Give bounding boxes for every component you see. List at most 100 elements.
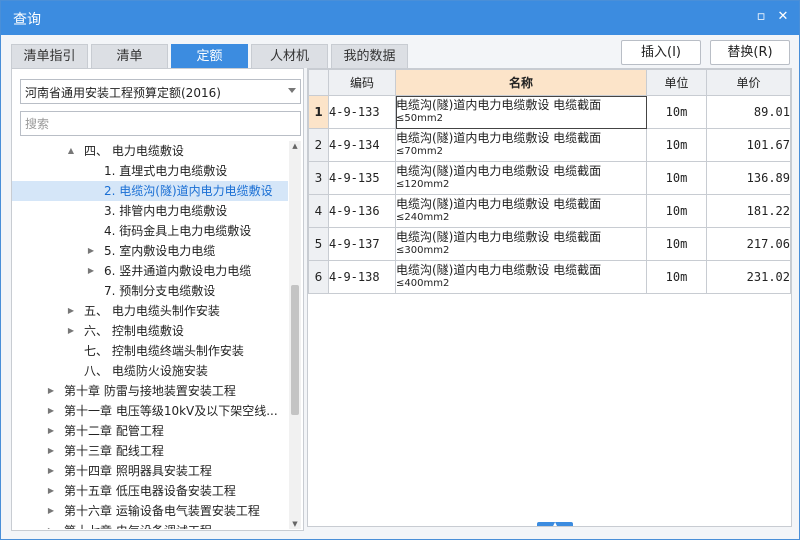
expand-arrow-icon[interactable]: ▶ [46,501,56,521]
unit-cell[interactable]: 10m [646,95,707,129]
tree-node[interactable]: ▶ 第十四章 照明器具安装工程 [12,461,288,481]
tab-my-data[interactable]: 我的数据 [331,44,408,68]
tree-node[interactable]: 七、 控制电缆终端头制作安装 [12,341,288,361]
table-row[interactable]: 3 4-9-135 电缆沟(隧)道内电力电缆敷设 电缆截面 ≤120mm2 10m 136… [308,161,791,195]
tree-node[interactable]: ▶ 第十三章 配线工程 [12,441,288,461]
insert-button[interactable]: 插入(I) [621,40,701,65]
expand-arrow-icon[interactable]: ▶ [46,481,56,501]
unit-cell[interactable]: 10m [646,161,707,195]
close-icon[interactable]: ✕ [775,9,791,25]
price-cell[interactable]: 181.22 [706,194,791,228]
tree-node[interactable]: ▶ 第十七章 电气设备调试工程 [12,521,288,529]
restore-icon[interactable]: ▫ [753,9,769,25]
unit-cell[interactable]: 10m [646,194,707,228]
tree-node-label: 第十七章 电气设备调试工程 [64,521,212,529]
name-column-header[interactable]: 名称 [395,69,647,96]
tree-node-label: 第十一章 电压等级10kV及以下架空线... [64,404,278,418]
tree-node[interactable]: ▶ 第十六章 运输设备电气装置安装工程 [12,501,288,521]
tree-node[interactable]: ▶ 六、 控制电缆敷设 [12,321,288,341]
expand-arrow-icon[interactable]: ▶ [46,401,56,421]
code-cell[interactable]: 4-9-134 [328,128,396,162]
replace-button[interactable]: 替换(R) [710,40,790,65]
tree-node[interactable]: ▶ 五、 电力电缆头制作安装 [12,301,288,321]
name-cell[interactable]: 电缆沟(隧)道内电力电缆敷设 电缆截面 ≤50mm2 [395,95,647,129]
chevron-down-icon[interactable] [288,88,296,93]
tree-node[interactable]: 八、 电缆防火设施安装 [12,361,288,381]
tree-node[interactable]: ▶ 第十一章 电压等级10kV及以下架空线... [12,401,288,421]
name-cell[interactable]: 电缆沟(隧)道内电力电缆敷设 电缆截面 ≤240mm2 [395,194,647,228]
name-cell[interactable]: 电缆沟(隧)道内电力电缆敷设 电缆截面 ≤400mm2 [395,260,647,294]
unit-cell[interactable]: 10m [646,260,707,294]
expand-arrow-icon[interactable]: ▶ [46,461,56,481]
unit-column-header[interactable]: 单位 [646,69,707,96]
table-row[interactable]: 4 4-9-136 电缆沟(隧)道内电力电缆敷设 电缆截面 ≤240mm2 10m 181… [308,194,791,228]
tab-bill-guide[interactable]: 清单指引 [11,44,88,68]
collapse-arrow-icon[interactable]: ▲ [66,141,76,161]
spec-text: ≤70mm2 [396,146,443,157]
tree-node[interactable]: ▶ 5. 室内敷设电力电缆 [12,241,288,261]
expand-arrow-icon[interactable]: ▶ [46,521,56,529]
scroll-down-icon[interactable]: ▼ [289,519,301,529]
tree-node-label: 五、 电力电缆头制作安装 [84,304,220,318]
code-cell[interactable]: 4-9-137 [328,227,396,261]
tree-node-label: 第十六章 运输设备电气装置安装工程 [64,504,260,518]
collapse-handle[interactable]: ▲ [537,522,573,526]
price-cell[interactable]: 231.02 [706,260,791,294]
price-cell[interactable]: 89.01 [706,95,791,129]
expand-arrow-icon[interactable]: ▶ [46,441,56,461]
tree-scrollbar[interactable]: ▲ ▼ [289,141,301,529]
tab-bill[interactable]: 清单 [91,44,168,68]
row-number[interactable]: 4 [308,194,329,228]
name-cell[interactable]: 电缆沟(隧)道内电力电缆敷设 电缆截面 ≤300mm2 [395,227,647,261]
price-column-header[interactable]: 单价 [706,69,791,96]
code-cell[interactable]: 4-9-133 [328,95,396,129]
tree-node[interactable]: 1. 直埋式电力电缆敷设 [12,161,288,181]
search-input[interactable] [20,111,301,136]
price-cell[interactable]: 101.67 [706,128,791,162]
tree-node[interactable]: 7. 预制分支电缆敷设 [12,281,288,301]
row-number[interactable]: 5 [308,227,329,261]
quota-library-select[interactable]: 河南省通用安装工程预算定额(2016) [20,79,301,104]
expand-arrow-icon[interactable]: ▶ [46,421,56,441]
price-cell[interactable]: 217.06 [706,227,791,261]
tree-node[interactable]: ▶ 第十二章 配管工程 [12,421,288,441]
table-row[interactable]: 5 4-9-137 电缆沟(隧)道内电力电缆敷设 电缆截面 ≤300mm2 10m 217… [308,227,791,261]
expand-arrow-icon[interactable]: ▶ [86,241,96,261]
expand-arrow-icon[interactable]: ▶ [66,321,76,341]
table-row[interactable]: 6 4-9-138 电缆沟(隧)道内电力电缆敷设 电缆截面 ≤400mm2 10m 231… [308,260,791,294]
tab-labor-material-machine[interactable]: 人材机 [251,44,328,68]
row-number[interactable]: 1 [308,95,329,129]
unit-cell[interactable]: 10m [646,227,707,261]
name-cell[interactable]: 电缆沟(隧)道内电力电缆敷设 电缆截面 ≤120mm2 [395,161,647,195]
expand-arrow-icon[interactable]: ▶ [86,261,96,281]
expand-arrow-icon[interactable]: ▶ [46,381,56,401]
spec-text: ≤300mm2 [396,245,450,256]
code-cell[interactable]: 4-9-135 [328,161,396,195]
unit-cell[interactable]: 10m [646,128,707,162]
tree-node[interactable]: 4. 街码金具上电力电缆敷设 [12,221,288,241]
table-header-row: 编码 名称 单位 单价 [308,69,791,96]
tree-node[interactable]: ▶ 第十五章 低压电器设备安装工程 [12,481,288,501]
tree-node[interactable]: ▶ 6. 竖井通道内敷设电力电缆 [12,261,288,281]
tab-quota[interactable]: 定额 [171,44,248,68]
scrollbar-thumb[interactable] [291,285,299,415]
code-cell[interactable]: 4-9-136 [328,194,396,228]
table-row[interactable]: 1 4-9-133 电缆沟(隧)道内电力电缆敷设 电缆截面 ≤50mm2 10m 89.0… [308,95,791,129]
tree-node[interactable]: 2. 电缆沟(隧)道内电力电缆敷设 [12,181,288,201]
tree-node[interactable]: ▶ 第十章 防雷与接地装置安装工程 [12,381,288,401]
code-column-header[interactable]: 编码 [328,69,396,96]
price-cell[interactable]: 136.89 [706,161,791,195]
expand-arrow-icon[interactable]: ▶ [66,301,76,321]
tree-node[interactable]: 3. 排管内电力电缆敷设 [12,201,288,221]
row-number[interactable]: 3 [308,161,329,195]
scroll-up-icon[interactable]: ▲ [289,141,301,151]
row-number[interactable]: 2 [308,128,329,162]
tree-node-label: 第十章 防雷与接地装置安装工程 [64,384,236,398]
name-text: 电缆沟(隧)道内电力电缆敷设 电缆截面 [396,131,602,145]
table-row[interactable]: 2 4-9-134 电缆沟(隧)道内电力电缆敷设 电缆截面 ≤70mm2 10m 101.… [308,128,791,162]
code-cell[interactable]: 4-9-138 [328,260,396,294]
quota-library-value: 河南省通用安装工程预算定额(2016) [25,86,221,100]
name-cell[interactable]: 电缆沟(隧)道内电力电缆敷设 电缆截面 ≤70mm2 [395,128,647,162]
tree-node[interactable]: ▲ 四、 电力电缆敷设 [12,141,288,161]
row-number[interactable]: 6 [308,260,329,294]
